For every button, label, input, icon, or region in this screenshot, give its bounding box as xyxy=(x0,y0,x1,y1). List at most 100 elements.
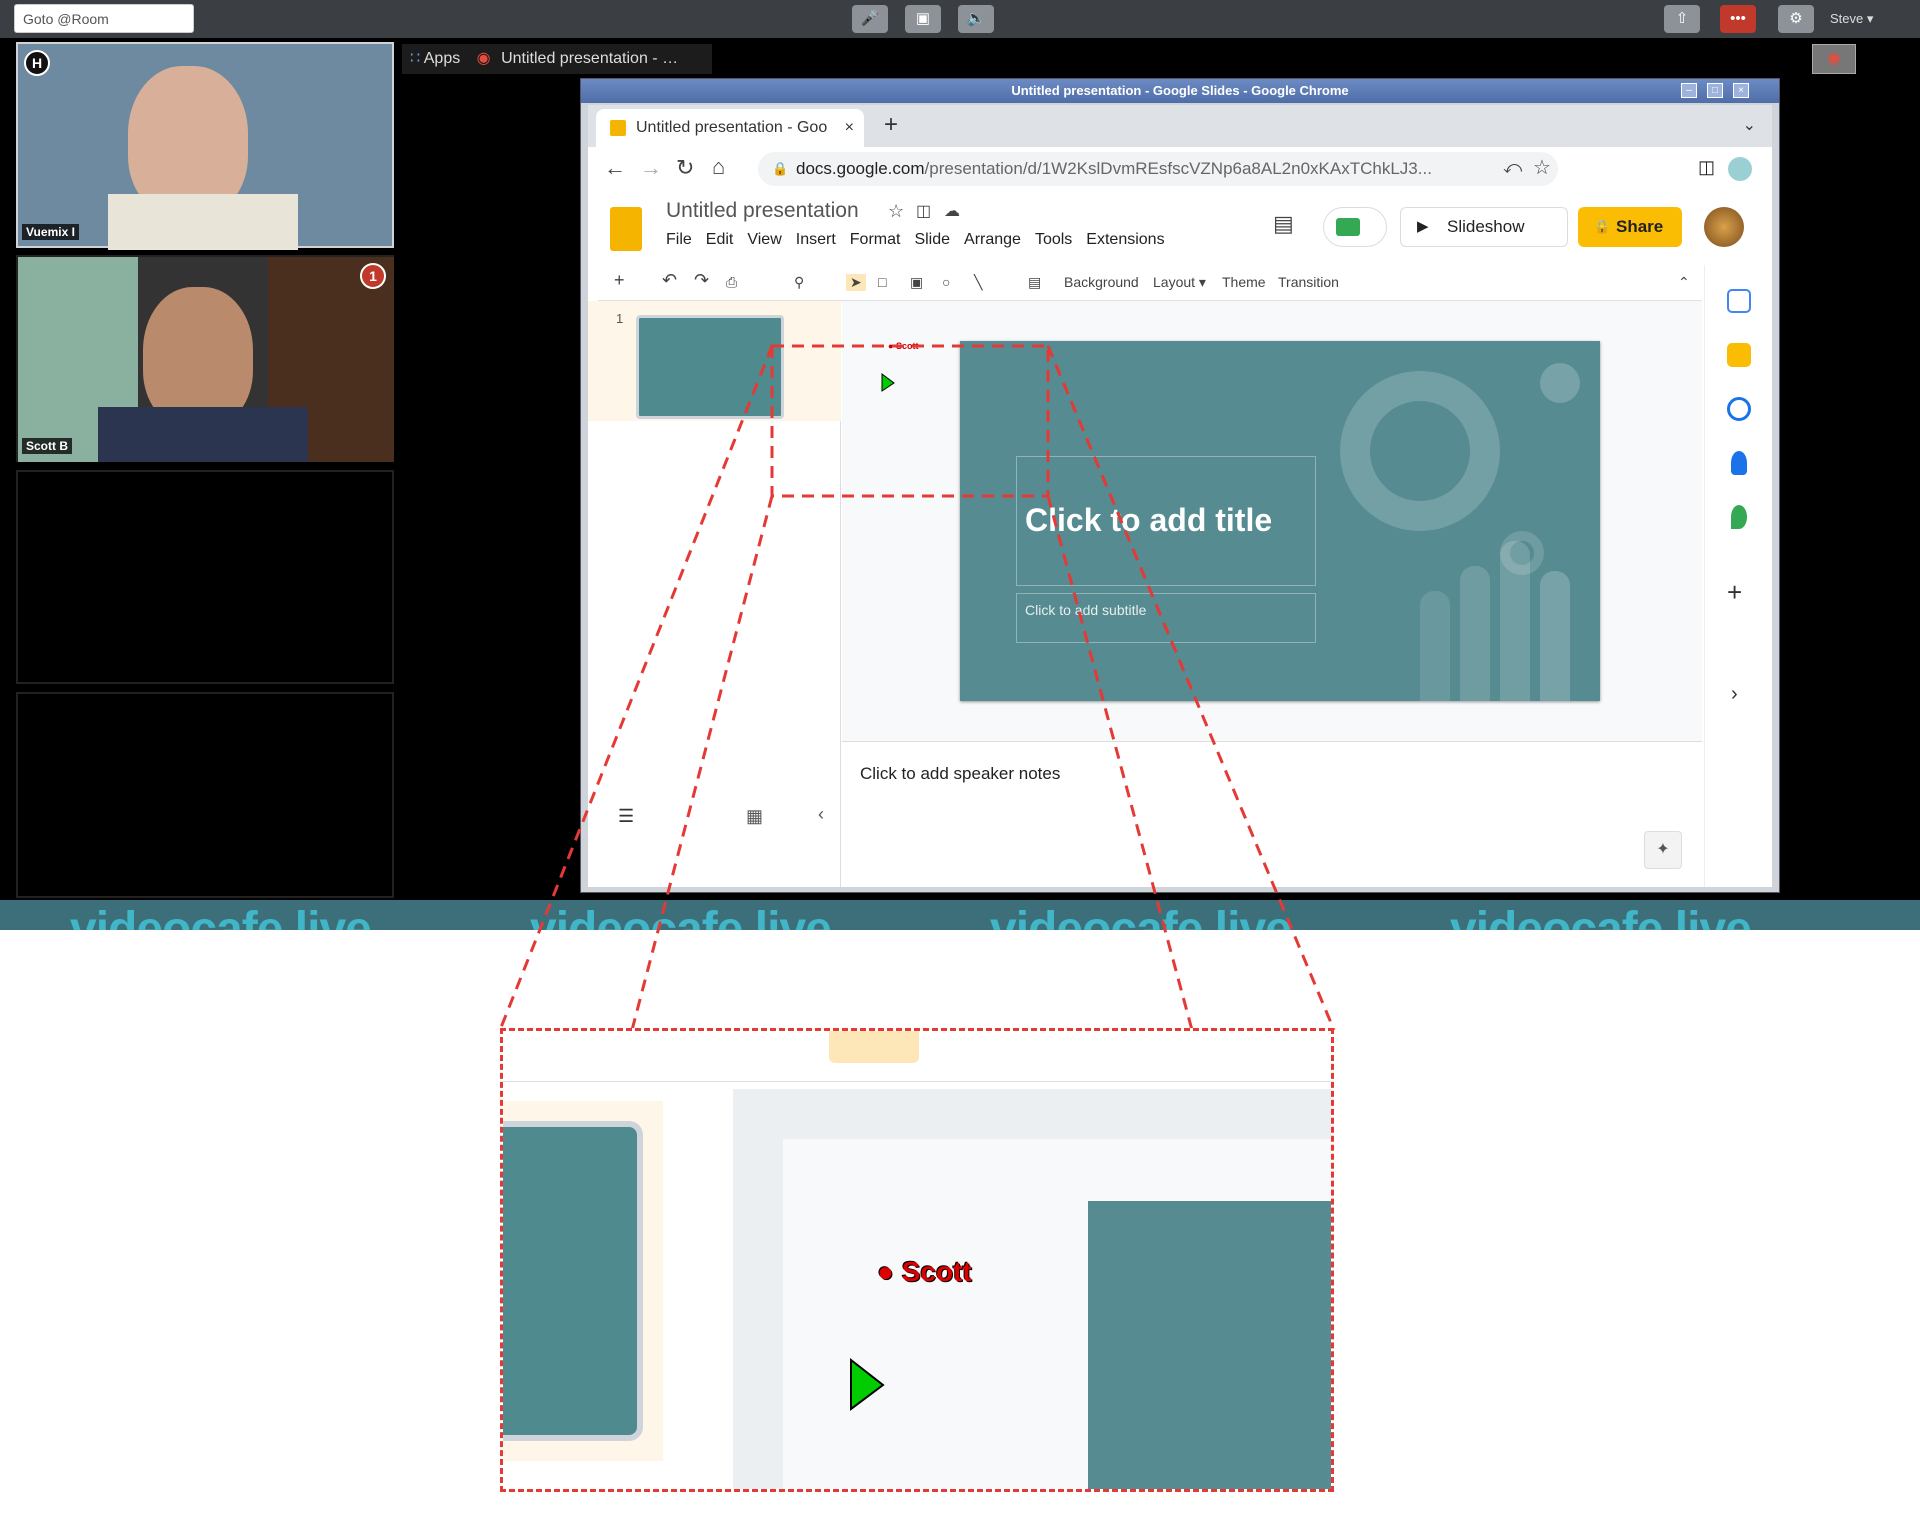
notification-badge: 1 xyxy=(360,263,386,289)
url-field[interactable]: 🔒 docs.google.com/presentation/d/1W2KslD… xyxy=(758,152,1558,186)
lock-icon: 🔒 xyxy=(1594,219,1611,234)
share-button[interactable]: 🔒 Share xyxy=(1578,207,1682,247)
slideshow-button[interactable]: ▶ Slideshow xyxy=(1400,207,1568,247)
keep-icon[interactable] xyxy=(1727,343,1751,367)
collapse-toolbar-icon[interactable]: ⌃ xyxy=(1678,274,1690,291)
more-options-icon[interactable]: ••• xyxy=(1720,5,1756,33)
menu-bar: File Edit View Insert Format Slide Arrange Tool… xyxy=(666,231,1179,249)
theme-button[interactable]: Theme xyxy=(1222,274,1266,290)
image-icon[interactable]: ▣ xyxy=(910,274,923,291)
user-menu[interactable]: Steve ▾ xyxy=(1830,11,1873,27)
watermark-text: videocafe live xyxy=(1450,903,1752,930)
shape-icon[interactable]: ○ xyxy=(942,274,950,290)
transition-button[interactable]: Transition xyxy=(1278,274,1339,290)
chrome-taskbar-icon[interactable]: ◉ xyxy=(1812,44,1856,74)
browser-tab[interactable]: Untitled presentation - Goo × xyxy=(596,109,864,147)
side-panel: + › xyxy=(1704,265,1772,887)
menu-edit[interactable]: Edit xyxy=(706,231,734,248)
zoomed-slide-thumbnail xyxy=(503,1121,643,1441)
doc-title[interactable]: Untitled presentation xyxy=(666,199,859,223)
redo-icon[interactable]: ↷ xyxy=(694,270,709,291)
camera-icon[interactable]: ▣ xyxy=(905,5,941,33)
new-tab-button[interactable]: + xyxy=(884,111,898,139)
side-panel-icon[interactable]: ◫ xyxy=(1698,157,1715,178)
zoom-icon[interactable]: ⚲ xyxy=(794,274,804,291)
select-icon[interactable]: ➤ xyxy=(846,274,866,291)
apps-link[interactable]: Apps xyxy=(424,50,460,67)
contacts-icon[interactable] xyxy=(1731,451,1747,475)
explore-icon[interactable]: ✦ xyxy=(1644,831,1682,869)
comments-icon[interactable]: ▤ xyxy=(1273,211,1294,237)
home-icon[interactable]: ⌂ xyxy=(712,154,725,180)
move-folder-icon[interactable]: ◫ xyxy=(916,201,931,221)
close-tab-icon[interactable]: × xyxy=(845,109,854,147)
share-url-icon[interactable]: ⤺ xyxy=(1503,157,1522,178)
bookmark-star-icon[interactable]: ☆ xyxy=(1533,155,1551,180)
layout-button[interactable]: Layout ▾ xyxy=(1153,274,1206,291)
slide[interactable]: Click to add title Click to add subtitle xyxy=(960,341,1600,701)
goto-room-input[interactable]: Goto @Room xyxy=(14,4,194,33)
grid-view-icon[interactable]: ▦ xyxy=(746,806,763,827)
meet-button[interactable] xyxy=(1323,207,1387,247)
forward-icon[interactable]: → xyxy=(640,155,662,181)
slide-canvas[interactable]: Click to add title Click to add subtitle… xyxy=(842,301,1702,741)
zoom-inset: ● Scott xyxy=(500,1028,1334,1492)
close-button[interactable]: × xyxy=(1733,83,1749,98)
filmstrip: 1 ☰ ▦ ‹ xyxy=(588,301,841,887)
browser-tab-title: Untitled presentation - Goo xyxy=(636,119,828,136)
host-badge: H xyxy=(24,50,50,76)
menu-arrange[interactable]: Arrange xyxy=(964,231,1021,248)
microphone-icon[interactable]: 🎤 xyxy=(852,5,888,33)
participant-tile-1[interactable]: H Vuemix I xyxy=(16,42,394,250)
slide-thumbnail[interactable] xyxy=(636,315,784,419)
tab-search-icon[interactable]: ⌄ xyxy=(1743,115,1756,135)
participant-tile-2[interactable]: 1 Scott B xyxy=(16,255,394,462)
tasks-icon[interactable] xyxy=(1727,397,1751,421)
title-placeholder[interactable]: Click to add title xyxy=(1016,456,1316,586)
profile-avatar[interactable] xyxy=(1728,157,1752,181)
text-box-icon[interactable]: □ xyxy=(878,274,886,290)
menu-insert[interactable]: Insert xyxy=(796,231,836,248)
add-addon-icon[interactable]: + xyxy=(1727,577,1742,608)
chrome-window: Untitled presentation - Google Slides - … xyxy=(580,78,1780,893)
menu-view[interactable]: View xyxy=(747,231,781,248)
menu-format[interactable]: Format xyxy=(850,231,901,248)
participant-name: Vuemix I xyxy=(22,224,79,240)
slides-logo-icon[interactable] xyxy=(610,207,642,251)
undo-icon[interactable]: ↶ xyxy=(662,270,677,291)
watermark-text: videocafe live xyxy=(990,903,1292,930)
host-tab-title[interactable]: Untitled presentation - … xyxy=(501,50,678,67)
maps-icon[interactable] xyxy=(1731,505,1747,529)
speaker-icon[interactable]: 🔈 xyxy=(958,5,994,33)
filmstrip-view-icon[interactable]: ☰ xyxy=(618,806,634,827)
empty-tile xyxy=(16,692,394,898)
menu-extensions[interactable]: Extensions xyxy=(1086,231,1164,248)
menu-file[interactable]: File xyxy=(666,231,692,248)
comment-add-icon[interactable]: ▤ xyxy=(1028,274,1041,291)
share-label: Share xyxy=(1616,217,1664,236)
minimize-button[interactable]: – xyxy=(1681,83,1697,98)
account-avatar[interactable] xyxy=(1704,207,1744,247)
collapse-filmstrip-icon[interactable]: ‹ xyxy=(818,804,824,825)
zoomed-vertical-ruler xyxy=(733,1089,783,1489)
line-icon[interactable]: ╲ xyxy=(974,274,982,291)
expand-panel-icon[interactable]: › xyxy=(1731,683,1738,706)
apps-icon[interactable]: ∷ xyxy=(410,50,420,67)
new-slide-icon[interactable]: + xyxy=(614,270,625,291)
menu-slide[interactable]: Slide xyxy=(914,231,950,248)
watermark-strip: videocafe live videocafe live videocafe … xyxy=(0,900,1920,930)
subtitle-placeholder[interactable]: Click to add subtitle xyxy=(1016,593,1316,643)
maximize-button[interactable]: □ xyxy=(1707,83,1723,98)
star-icon[interactable]: ☆ xyxy=(888,201,904,222)
back-icon[interactable]: ← xyxy=(604,155,626,181)
background-button[interactable]: Background xyxy=(1064,274,1139,290)
share-screen-icon[interactable]: ⇧ xyxy=(1664,5,1700,33)
calendar-icon[interactable] xyxy=(1727,289,1751,313)
menu-tools[interactable]: Tools xyxy=(1035,231,1072,248)
gear-icon[interactable]: ⚙ xyxy=(1778,5,1814,33)
print-icon[interactable]: ⎙ xyxy=(726,274,737,291)
reload-icon[interactable]: ↻ xyxy=(676,155,694,181)
host-tab-strip: ∷ Apps ◉ Untitled presentation - … xyxy=(402,44,712,74)
remote-cursor-name: Scott xyxy=(895,341,919,351)
speaker-notes[interactable]: Click to add speaker notes xyxy=(842,741,1702,887)
